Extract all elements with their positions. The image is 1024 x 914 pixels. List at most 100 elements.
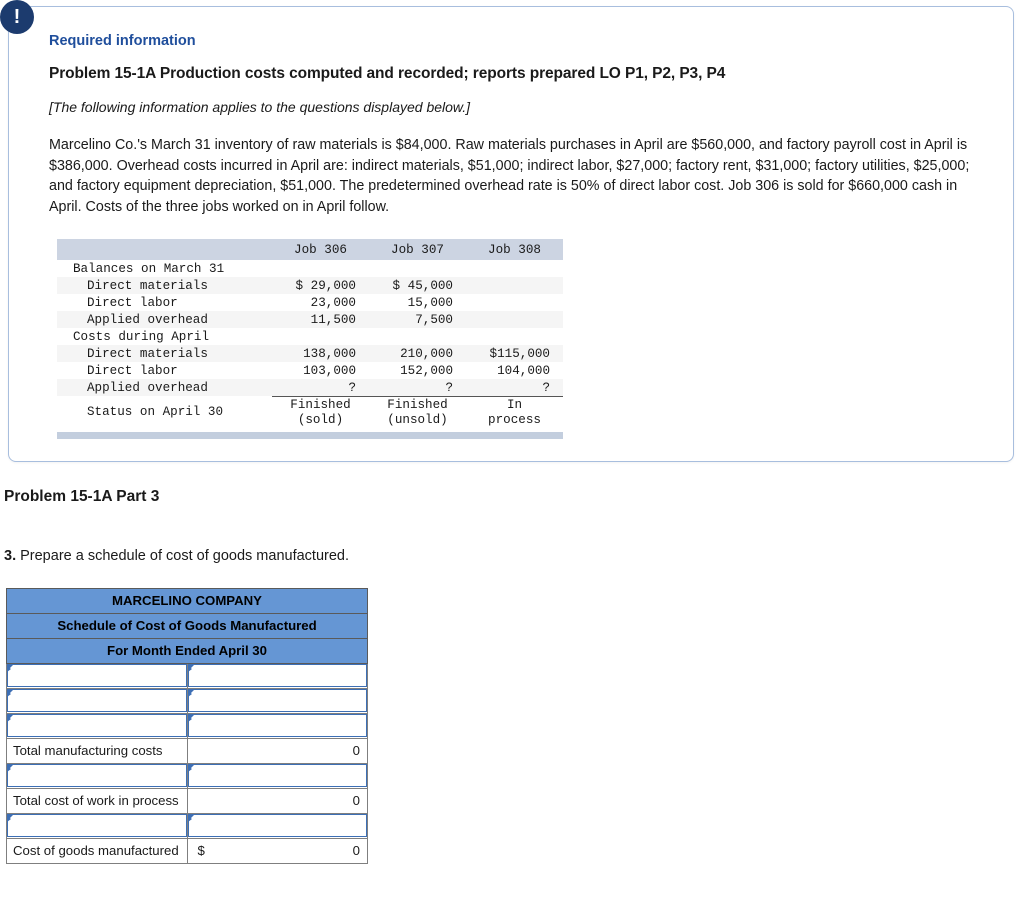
row-value-308 (466, 260, 563, 277)
status-306: Finished (sold) (290, 397, 351, 427)
question-prompt: 3. Prepare a schedule of cost of goods m… (4, 548, 1024, 564)
row-label: Direct labor (87, 295, 178, 310)
row-label: Direct labor (87, 363, 178, 378)
schedule-period: For Month Ended April 30 (6, 637, 368, 664)
dropdown-caret-icon[interactable] (7, 815, 13, 823)
dropdown-caret-icon[interactable] (187, 665, 194, 673)
total-cost-work-in-process-label: Total cost of work in process (13, 793, 179, 809)
row-value-307: ? (369, 379, 466, 397)
row-value-307: 210,000 (369, 345, 466, 363)
total-cost-work-in-process-value: 0 (352, 793, 360, 809)
row-label: Applied overhead (57, 379, 272, 397)
table-row (6, 687, 368, 714)
dropdown-caret-icon[interactable] (187, 690, 194, 698)
column-header-job-307: Job 307 (369, 239, 466, 261)
schedule-label-input-3[interactable] (6, 712, 188, 739)
total-cost-work-in-process-value-cell: 0 (186, 787, 368, 814)
problem-body-text: Marcelino Co.'s March 31 inventory of ra… (49, 137, 970, 215)
part-title: Problem 15-1A Part 3 (4, 487, 160, 505)
schedule-header-row-company: MARCELINO COMPANY (6, 587, 368, 614)
dropdown-caret-icon[interactable] (187, 715, 194, 723)
row-label: Direct materials (57, 277, 272, 295)
row-value-308: $115,000 (466, 345, 563, 363)
row-value-306: 103,000 (303, 363, 356, 378)
column-header-job-306: Job 306 (272, 239, 369, 261)
table-row: Applied overhead 11,500 7,500 (57, 311, 563, 329)
row-label: Status on April 30 (87, 404, 224, 419)
job-table-footer-bar (57, 431, 563, 439)
row-value-307 (369, 260, 466, 277)
schedule-header-row-period: For Month Ended April 30 (6, 637, 368, 664)
job-costs-table: Job 306 Job 307 Job 308 Balances on Marc… (57, 239, 563, 427)
schedule-label-input-5[interactable] (6, 812, 188, 839)
required-information-card: Required information Problem 15-1A Produ… (8, 6, 1014, 462)
table-row: Total manufacturing costs 0 (6, 737, 368, 764)
table-row: Direct materials 138,000 210,000 $115,00… (57, 345, 563, 363)
row-value-308 (466, 277, 563, 295)
dropdown-caret-icon[interactable] (7, 765, 13, 773)
dropdown-caret-icon[interactable] (7, 715, 13, 723)
table-header-row: Job 306 Job 307 Job 308 (57, 239, 563, 261)
row-label: Applied overhead (57, 311, 272, 329)
row-value-306: ? (272, 379, 369, 397)
schedule-amount-input-3[interactable] (186, 712, 368, 739)
status-307: Finished (unsold) (387, 397, 448, 427)
row-value-306: $ 29,000 (272, 277, 369, 295)
cost-of-goods-manufactured-label: Cost of goods manufactured (13, 843, 179, 859)
row-value-306: 11,500 (272, 311, 369, 329)
table-row: Balances on March 31 (57, 260, 563, 277)
schedule-amount-input-5[interactable] (186, 812, 368, 839)
table-row-status: Status on April 30 Finished (sold) Finis… (57, 396, 563, 427)
table-row: Applied overhead ? ? ? (57, 379, 563, 397)
cost-of-goods-manufactured-value: 0 (352, 843, 360, 859)
row-value-306 (272, 260, 369, 277)
page-title: Problem 15-1A Production costs computed … (49, 65, 726, 82)
cost-of-goods-manufactured-value-wrap: $ 0 (188, 843, 368, 858)
schedule-amount-input-2[interactable] (186, 687, 368, 714)
schedule-label-input-1[interactable] (6, 662, 188, 689)
row-value-308 (466, 294, 563, 311)
question-number: 3. (4, 547, 17, 564)
dropdown-caret-icon[interactable] (187, 815, 194, 823)
required-information-card-wrapper: ! Required information Problem 15-1A Pro… (0, 0, 1014, 462)
schedule-label-input-4[interactable] (6, 762, 188, 789)
schedule-header-row-statement: Schedule of Cost of Goods Manufactured (6, 612, 368, 639)
row-value-308: ? (466, 379, 563, 397)
total-cost-work-in-process-label-cell: Total cost of work in process (6, 787, 188, 814)
table-row: Cost of goods manufactured $ 0 (6, 837, 368, 864)
row-value-307: $ 45,000 (369, 277, 466, 295)
total-manufacturing-costs-value: 0 (352, 743, 360, 759)
row-value-306: 138,000 (272, 345, 369, 363)
column-header-job-308: Job 308 (466, 239, 563, 261)
row-value-307: 15,000 (407, 295, 453, 310)
schedule-of-cost-of-goods-manufactured-form: MARCELINO COMPANY Schedule of Cost of Go… (6, 587, 368, 864)
table-row: Costs during April (57, 328, 563, 345)
row-value-308 (466, 311, 563, 329)
table-row: Direct labor 23,000 15,000 (57, 294, 563, 311)
row-label: Balances on March 31 (73, 261, 225, 276)
dropdown-caret-icon[interactable] (7, 690, 13, 698)
exclamation-icon: ! (0, 0, 34, 34)
table-row: Total cost of work in process 0 (6, 787, 368, 814)
column-header-blank (57, 239, 272, 261)
question-text: Prepare a schedule of cost of goods manu… (16, 547, 349, 564)
currency-symbol: $ (197, 843, 205, 859)
schedule-amount-input-4[interactable] (186, 762, 368, 789)
table-row (6, 812, 368, 839)
row-label: Costs during April (73, 329, 210, 344)
schedule-statement-name: Schedule of Cost of Goods Manufactured (6, 612, 368, 639)
row-value-307 (369, 328, 466, 345)
schedule-amount-input-1[interactable] (186, 662, 368, 689)
applies-note: [The following information applies to th… (49, 99, 471, 115)
status-308: In process (488, 397, 541, 427)
row-value-306 (272, 328, 369, 345)
dropdown-caret-icon[interactable] (7, 665, 13, 673)
schedule-company-name: MARCELINO COMPANY (6, 587, 368, 614)
schedule-label-input-2[interactable] (6, 687, 188, 714)
total-manufacturing-costs-value-cell: 0 (186, 737, 368, 764)
total-manufacturing-costs-label: Total manufacturing costs (13, 743, 163, 759)
cost-of-goods-manufactured-label-cell: Cost of goods manufactured (6, 837, 188, 864)
dropdown-caret-icon[interactable] (187, 765, 194, 773)
cost-of-goods-manufactured-value-cell: $ 0 (186, 837, 368, 864)
table-row (6, 712, 368, 739)
